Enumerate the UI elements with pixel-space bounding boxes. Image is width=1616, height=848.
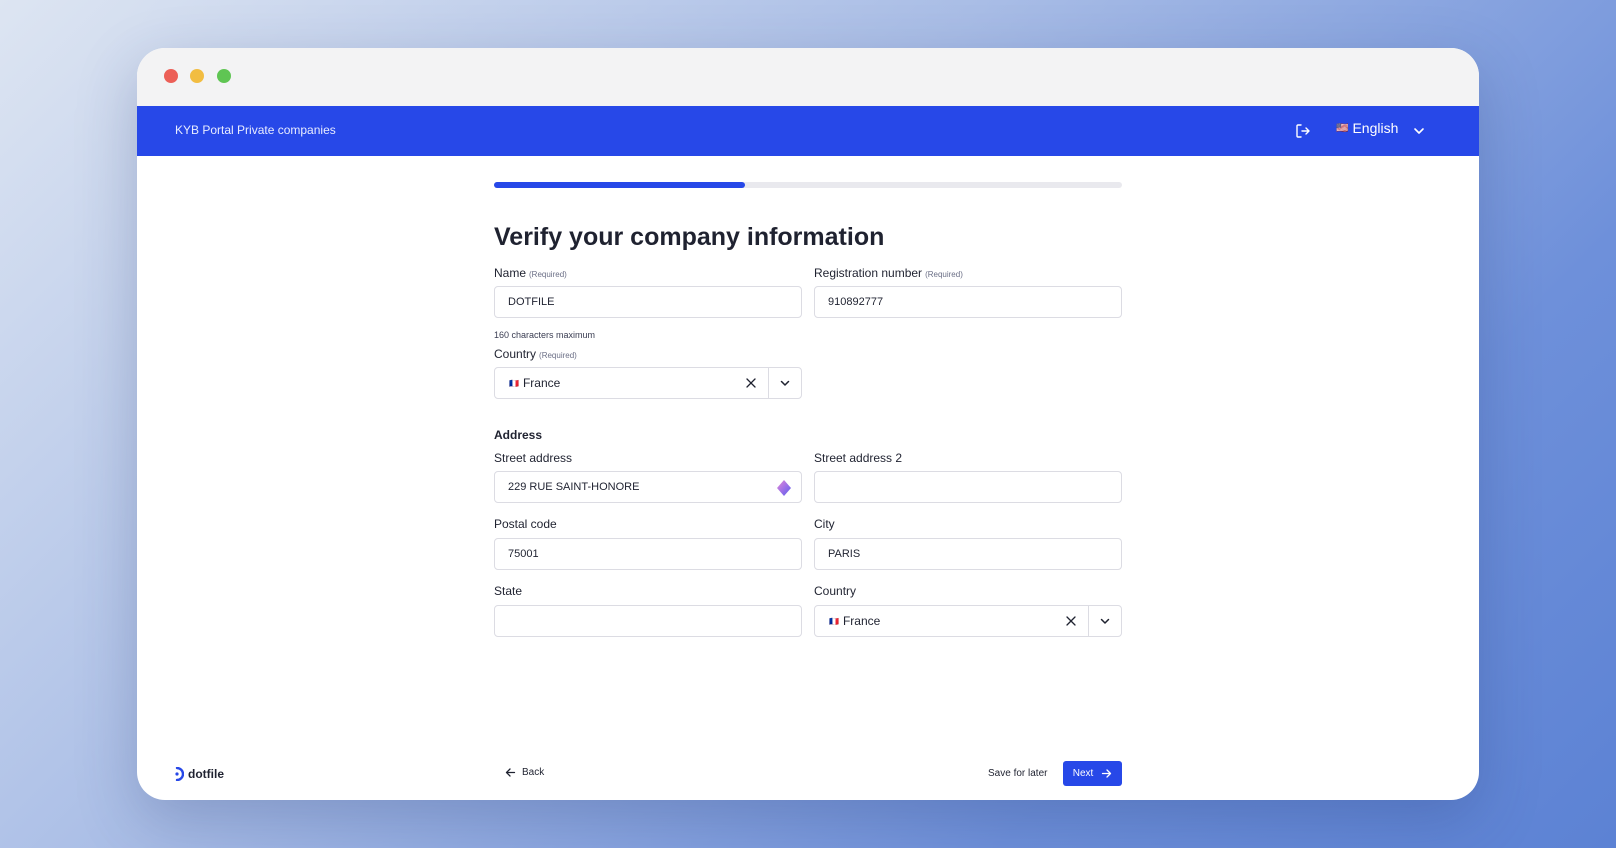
autocomplete-icon[interactable]	[775, 479, 793, 497]
address-country-select[interactable]: 🇫🇷 France	[814, 605, 1122, 637]
country-select[interactable]: 🇫🇷 France	[494, 367, 802, 399]
back-label: Back	[522, 767, 545, 778]
required-tag: (Required)	[925, 270, 963, 279]
progress-bar	[494, 182, 1122, 188]
postal-code-label: Postal code	[494, 517, 557, 531]
registration-label-text: Registration number	[814, 266, 923, 280]
logout-icon[interactable]	[1294, 122, 1312, 140]
postal-code-value: 75001	[508, 548, 539, 560]
required-tag: (Required)	[529, 270, 567, 279]
city-input[interactable]: PARIS	[814, 538, 1122, 570]
france-flag-icon: 🇫🇷	[829, 616, 839, 626]
window-titlebar	[137, 48, 1479, 106]
france-flag-icon: 🇫🇷	[509, 378, 519, 388]
registration-label: Registration number (Required)	[814, 266, 963, 280]
next-button[interactable]: Next	[1063, 761, 1122, 786]
chevron-down-icon[interactable]	[1412, 124, 1426, 138]
postal-code-input[interactable]: 75001	[494, 538, 802, 570]
country-label-text: Country	[494, 347, 537, 361]
maximize-window-button[interactable]	[217, 69, 231, 83]
close-window-button[interactable]	[164, 69, 178, 83]
city-label: City	[814, 517, 835, 531]
progress-fill	[494, 182, 746, 188]
page-title: Verify your company information	[494, 223, 885, 251]
back-button[interactable]: Back	[505, 767, 544, 778]
name-label: Name (Required)	[494, 266, 567, 280]
us-flag-icon: 🇺🇸	[1336, 122, 1349, 134]
minimize-window-button[interactable]	[190, 69, 204, 83]
clear-icon[interactable]	[734, 368, 768, 398]
brand-name: dotfile	[188, 767, 224, 781]
chevron-down-icon[interactable]	[769, 368, 801, 398]
street-address-2-input[interactable]	[814, 471, 1122, 503]
next-label: Next	[1072, 768, 1094, 779]
street-address-2-label: Street address 2	[814, 451, 903, 465]
name-input[interactable]: DOTFILE	[494, 286, 802, 318]
dotfile-logo: dotfile	[174, 767, 224, 781]
street-address-value: 229 RUE SAINT-HONORE	[508, 481, 640, 493]
address-country-label: Country	[814, 584, 857, 598]
clear-icon[interactable]	[1054, 606, 1088, 636]
registration-input[interactable]: 910892777	[814, 286, 1122, 318]
save-for-later-button[interactable]: Save for later	[988, 768, 1047, 779]
portal-title: KYB Portal Private companies	[175, 123, 336, 137]
country-value: France	[522, 376, 561, 390]
browser-window: KYB Portal Private companies 🇺🇸 English …	[137, 48, 1479, 800]
name-value: DOTFILE	[508, 296, 555, 308]
arrow-right-icon	[1102, 769, 1112, 778]
state-input[interactable]	[494, 605, 802, 637]
address-country-selected-value: 🇫🇷 France	[815, 614, 1054, 628]
country-selected-value: 🇫🇷 France	[495, 376, 734, 390]
arrow-left-icon	[505, 768, 516, 777]
address-section-label: Address	[494, 428, 543, 442]
dotfile-logo-icon	[175, 767, 184, 781]
name-hint: 160 characters maximum	[494, 330, 596, 340]
chevron-down-icon[interactable]	[1089, 606, 1121, 636]
city-value: PARIS	[828, 548, 861, 560]
required-tag: (Required)	[539, 351, 577, 360]
street-address-input[interactable]: 229 RUE SAINT-HONORE	[494, 471, 802, 503]
registration-value: 910892777	[828, 296, 884, 308]
country-label: Country (Required)	[494, 347, 577, 361]
street-address-label: Street address	[494, 451, 573, 465]
language-selector[interactable]: 🇺🇸 English	[1336, 120, 1398, 136]
name-label-text: Name	[494, 266, 527, 280]
portal-header: KYB Portal Private companies 🇺🇸 English	[137, 106, 1479, 156]
state-label: State	[494, 584, 523, 598]
language-label: English	[1352, 120, 1399, 136]
address-country-value: France	[842, 614, 881, 628]
